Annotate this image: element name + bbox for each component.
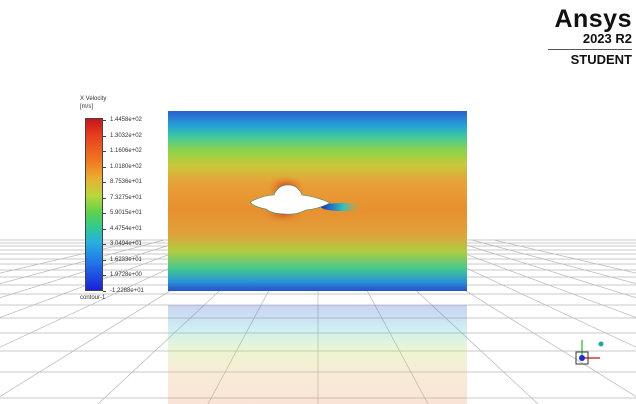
colorbar-tick-label: 1.0180e+02 — [103, 163, 142, 170]
colorbar — [85, 118, 103, 291]
legend-title: X Velocity [m/s] — [80, 95, 106, 111]
logo-divider — [548, 49, 632, 50]
colorbar-tick-label: 5.9015e+01 — [103, 210, 142, 216]
grid-line — [471, 239, 636, 285]
grid-line — [0, 239, 165, 285]
colorbar-tick-label: 1.4458e+02 — [103, 117, 142, 123]
x-velocity-contour-plot[interactable] — [168, 111, 467, 291]
colorbar-tick-label: 1.6233e+01 — [103, 256, 142, 263]
ansys-logo: Ansys 2023 R2 STUDENT — [536, 6, 632, 67]
colorbar-tick-label: 3.0494e+01 — [103, 241, 142, 247]
colorbar-tick-label: 1.1606e+02 — [103, 148, 142, 154]
legend-units: [m/s] — [80, 104, 93, 110]
contour-reflection — [168, 305, 467, 404]
colorbar-tick-label: 1.3032e+02 — [103, 132, 142, 139]
logo-version: 2023 R2 — [582, 31, 632, 46]
logo-edition: STUDENT — [570, 52, 632, 67]
axis-triad-icon[interactable] — [572, 334, 612, 370]
legend-variable: X Velocity — [80, 96, 107, 102]
colorbar-tick-label: 1.9728e+00 — [103, 272, 142, 278]
airfoil-body — [249, 184, 331, 215]
airfoil-overlay — [249, 175, 365, 224]
colorbar-tick-label: 8.7536e+01 — [103, 179, 142, 185]
colorbar-tick-label: 7.3275e+01 — [103, 194, 142, 201]
colorbar-tick-label: -1.2288e+01 — [103, 287, 144, 294]
colorbar-tick-label: 4.4754e+01 — [103, 225, 142, 232]
contour-name: contour-1 — [80, 295, 106, 301]
logo-brand: Ansys — [554, 5, 632, 33]
